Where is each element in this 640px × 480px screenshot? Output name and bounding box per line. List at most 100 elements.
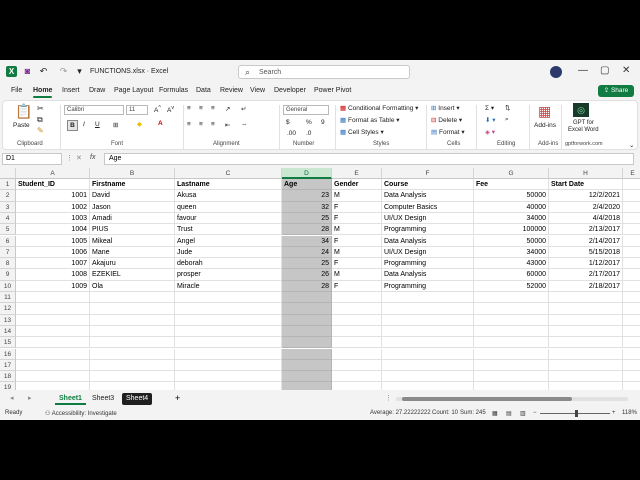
orientation-icon[interactable]: ↗ — [225, 105, 230, 113]
empty-cell[interactable] — [474, 359, 549, 372]
empty-cell[interactable] — [90, 371, 175, 383]
table-cell[interactable]: 1/12/2017 — [549, 258, 623, 270]
conditional-formatting-button[interactable]: ▦ Conditional Formatting ▾ — [340, 104, 418, 112]
avatar[interactable] — [550, 66, 562, 78]
add-ins-icon[interactable]: ▦ — [538, 103, 551, 120]
select-all-corner[interactable] — [0, 168, 16, 179]
row-header[interactable]: 17 — [0, 359, 16, 372]
empty-cell[interactable] — [623, 202, 640, 213]
qat-dropdown-icon[interactable]: ▾ — [74, 66, 85, 77]
table-cell[interactable]: 50000 — [474, 190, 549, 202]
add-ins-label[interactable]: Add-ins — [534, 122, 556, 129]
empty-cell[interactable] — [332, 292, 382, 304]
empty-cell[interactable] — [474, 325, 549, 338]
horizontal-scrollbar[interactable] — [396, 397, 628, 401]
table-cell[interactable]: F — [332, 235, 382, 247]
empty-cell[interactable] — [16, 359, 90, 372]
table-cell[interactable]: 1005 — [16, 235, 90, 247]
cut-icon[interactable]: ✂ — [37, 104, 44, 113]
gpt-for-excel-icon[interactable]: ◎ — [573, 103, 589, 117]
empty-cell[interactable] — [549, 325, 623, 338]
empty-cell[interactable] — [474, 292, 549, 304]
number-format-select[interactable]: General — [283, 105, 329, 115]
table-cell[interactable]: 1006 — [16, 246, 90, 259]
empty-cell[interactable] — [382, 348, 474, 360]
empty-cell[interactable] — [175, 382, 282, 390]
borders-icon[interactable]: ⊞ — [113, 121, 118, 129]
table-cell[interactable]: 28 — [282, 224, 332, 236]
empty-cell[interactable] — [623, 258, 640, 270]
minimize-icon[interactable]: — — [578, 65, 588, 76]
header-cell[interactable]: Student_ID — [16, 179, 90, 191]
merge-center-icon[interactable]: ⇔ — [241, 121, 248, 128]
table-cell[interactable]: deborah — [175, 258, 282, 270]
align-middle-icon[interactable]: ≡ — [199, 105, 203, 112]
empty-cell[interactable] — [282, 371, 332, 383]
ribbon-collapse-icon[interactable]: ⌄ — [629, 141, 634, 149]
row-header[interactable]: 2 — [0, 190, 16, 202]
search-input[interactable]: ⌕ Search — [238, 65, 410, 79]
table-cell[interactable]: UI/UX Design — [382, 212, 474, 225]
table-cell[interactable]: F — [332, 212, 382, 225]
empty-cell[interactable] — [382, 314, 474, 326]
empty-cell[interactable] — [282, 303, 332, 315]
empty-cell[interactable] — [332, 325, 382, 338]
empty-cell[interactable] — [16, 337, 90, 349]
empty-cell[interactable] — [474, 337, 549, 349]
table-cell[interactable]: 34 — [282, 235, 332, 247]
paste-label[interactable]: Paste — [13, 122, 30, 129]
empty-cell[interactable] — [474, 314, 549, 326]
empty-cell[interactable] — [382, 371, 474, 383]
empty-cell[interactable] — [175, 325, 282, 338]
empty-cell[interactable] — [332, 359, 382, 372]
sheet-tab-sheet3[interactable]: Sheet3 — [88, 393, 118, 405]
empty-cell[interactable] — [90, 348, 175, 360]
empty-cell[interactable] — [175, 371, 282, 383]
table-cell[interactable]: Angel — [175, 235, 282, 247]
tab-formulas[interactable]: Formulas — [159, 87, 188, 94]
align-left-icon[interactable]: ≡ — [187, 121, 191, 128]
empty-cell[interactable] — [90, 325, 175, 338]
empty-cell[interactable] — [332, 348, 382, 360]
empty-cell[interactable] — [16, 325, 90, 338]
table-cell[interactable]: 5/15/2018 — [549, 246, 623, 259]
tab-home[interactable]: Home — [33, 87, 53, 98]
empty-cell[interactable] — [474, 348, 549, 360]
empty-cell[interactable] — [282, 337, 332, 349]
empty-cell[interactable] — [549, 382, 623, 390]
table-cell[interactable]: PIUS — [90, 224, 175, 236]
empty-cell[interactable] — [332, 314, 382, 326]
sheet-tab-sheet1[interactable]: Sheet1 — [55, 393, 86, 405]
name-box[interactable]: D1 — [2, 153, 62, 165]
table-cell[interactable]: Programming — [382, 280, 474, 292]
empty-cell[interactable] — [90, 359, 175, 372]
zoom-slider-knob[interactable] — [575, 410, 578, 417]
empty-cell[interactable] — [623, 360, 640, 372]
insert-cells-button[interactable]: ⊞ Insert ▾ — [431, 104, 460, 112]
header-cell[interactable]: Age — [282, 179, 332, 191]
table-cell[interactable]: queen — [175, 201, 282, 213]
format-as-table-button[interactable]: ▦ Format as Table ▾ — [340, 116, 400, 124]
table-cell[interactable]: 43000 — [474, 258, 549, 270]
empty-cell[interactable] — [16, 303, 90, 315]
table-cell[interactable]: 1004 — [16, 224, 90, 236]
page-layout-view-icon[interactable]: ▤ — [506, 410, 512, 417]
table-cell[interactable]: Data Analysis — [382, 235, 474, 247]
tab-page-layout[interactable]: Page Layout — [114, 87, 153, 94]
table-cell[interactable]: M — [332, 190, 382, 202]
table-cell[interactable]: 24 — [282, 246, 332, 259]
table-cell[interactable]: 1007 — [16, 258, 90, 270]
header-cell[interactable]: Gender — [332, 179, 382, 191]
close-icon[interactable]: ✕ — [622, 65, 630, 76]
table-cell[interactable]: Mane — [90, 246, 175, 259]
currency-icon[interactable]: $ — [286, 119, 290, 126]
empty-cell[interactable] — [549, 314, 623, 326]
formula-input[interactable]: Age — [104, 153, 634, 165]
empty-cell[interactable] — [90, 337, 175, 349]
row-header[interactable]: 15 — [0, 337, 16, 349]
empty-cell[interactable] — [16, 348, 90, 360]
table-cell[interactable]: 1003 — [16, 212, 90, 225]
empty-cell[interactable] — [332, 382, 382, 390]
table-cell[interactable]: 100000 — [474, 224, 549, 236]
cancel-entry-icon[interactable]: ✕ — [76, 154, 82, 162]
